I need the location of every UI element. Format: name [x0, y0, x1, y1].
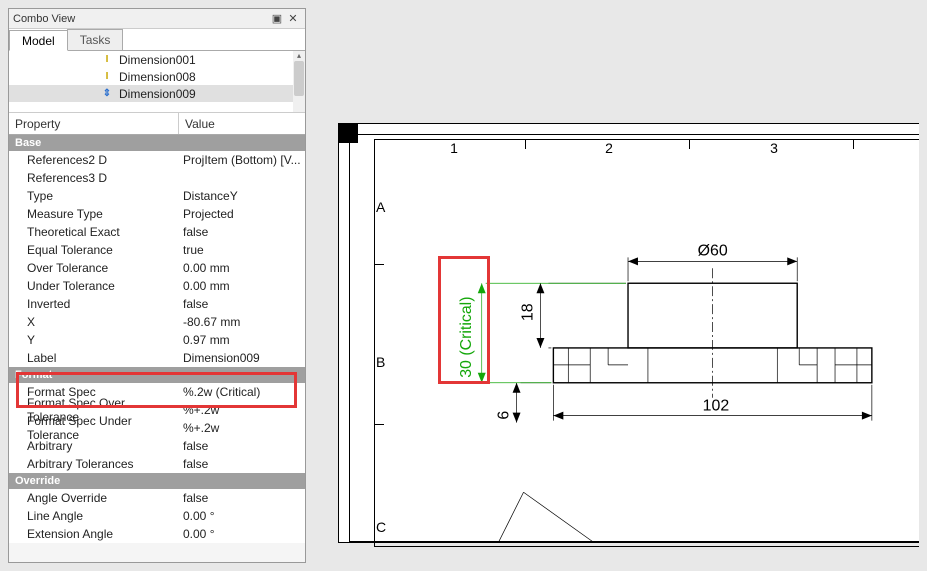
dim-6: 6 [496, 411, 513, 420]
dim-18: 18 [519, 303, 536, 321]
scroll-up-icon[interactable]: ▴ [293, 51, 305, 60]
prop-label[interactable]: LabelDimension009 [9, 349, 305, 367]
panel-title: Combo View [13, 13, 75, 25]
drawing-canvas[interactable]: 1 2 3 A B C [318, 8, 919, 563]
prop-type[interactable]: TypeDistanceY [9, 187, 305, 205]
prop-x[interactable]: X-80.67 mm [9, 313, 305, 331]
dimension-icon: I [99, 70, 115, 84]
dimension-selected-icon: ⇕ [99, 87, 115, 101]
dim-30-critical: 30 (Critical) [458, 296, 475, 377]
close-icon[interactable]: ✕ [285, 12, 301, 25]
prop-arbitrary-tol[interactable]: Arbitrary Tolerancesfalse [9, 455, 305, 473]
dimension-icon [99, 104, 115, 114]
property-col-header[interactable]: Property [9, 113, 179, 134]
property-grid: Base References2 DProjItem (Bottom) [V..… [9, 135, 305, 543]
panel-title-bar: Combo View ▣ ✕ [9, 9, 305, 29]
prop-angle-override[interactable]: Angle Overridefalse [9, 489, 305, 507]
tree-scrollbar[interactable]: ▴ [293, 51, 305, 112]
prop-under-tolerance[interactable]: Under Tolerance0.00 mm [9, 277, 305, 295]
prop-line-angle[interactable]: Line Angle0.00 ° [9, 507, 305, 525]
combo-view-panel: Combo View ▣ ✕ Model Tasks I Dimension00… [8, 8, 306, 563]
prop-references3d[interactable]: References3 D [9, 169, 305, 187]
dimension-icon: I [99, 53, 115, 67]
prop-arbitrary[interactable]: Arbitraryfalse [9, 437, 305, 455]
prop-theoretical-exact[interactable]: Theoretical Exactfalse [9, 223, 305, 241]
section-override[interactable]: Override [9, 473, 305, 489]
prop-inverted[interactable]: Invertedfalse [9, 295, 305, 313]
tree-item-label: Dimension009 [119, 87, 196, 101]
prop-references2d[interactable]: References2 DProjItem (Bottom) [V... [9, 151, 305, 169]
tree-item-label: Dimension008 [119, 70, 196, 84]
tree-item-dimension009[interactable]: ⇕ Dimension009 [9, 85, 305, 102]
prop-over-tolerance[interactable]: Over Tolerance0.00 mm [9, 259, 305, 277]
tree-view[interactable]: I Dimension001 I Dimension008 ⇕ Dimensio… [9, 51, 305, 113]
undock-icon[interactable]: ▣ [269, 12, 285, 25]
drawing-sheet: 1 2 3 A B C [338, 123, 919, 543]
tab-tasks[interactable]: Tasks [67, 29, 124, 50]
tab-model[interactable]: Model [9, 30, 68, 51]
dim-102: 102 [703, 398, 730, 415]
property-header: Property Value [9, 113, 305, 135]
prop-extension-angle[interactable]: Extension Angle0.00 ° [9, 525, 305, 543]
dim-phi60: Ø60 [698, 242, 728, 259]
scroll-thumb[interactable] [294, 61, 304, 96]
tree-item-more[interactable] [9, 102, 305, 113]
section-format[interactable]: Format [9, 367, 305, 383]
drawing-svg: Ø60 102 18 6 [339, 124, 919, 542]
prop-y[interactable]: Y0.97 mm [9, 331, 305, 349]
prop-measure-type[interactable]: Measure TypeProjected [9, 205, 305, 223]
tree-item-dimension008[interactable]: I Dimension008 [9, 68, 305, 85]
section-base[interactable]: Base [9, 135, 305, 151]
prop-equal-tolerance[interactable]: Equal Tolerancetrue [9, 241, 305, 259]
combo-view-tabs: Model Tasks [9, 29, 305, 51]
value-col-header[interactable]: Value [179, 113, 305, 134]
tree-item-label: Dimension001 [119, 53, 196, 67]
tree-item-dimension001[interactable]: I Dimension001 [9, 51, 305, 68]
prop-format-spec-under[interactable]: Format Spec Under Tolerance%+.2w [9, 419, 305, 437]
